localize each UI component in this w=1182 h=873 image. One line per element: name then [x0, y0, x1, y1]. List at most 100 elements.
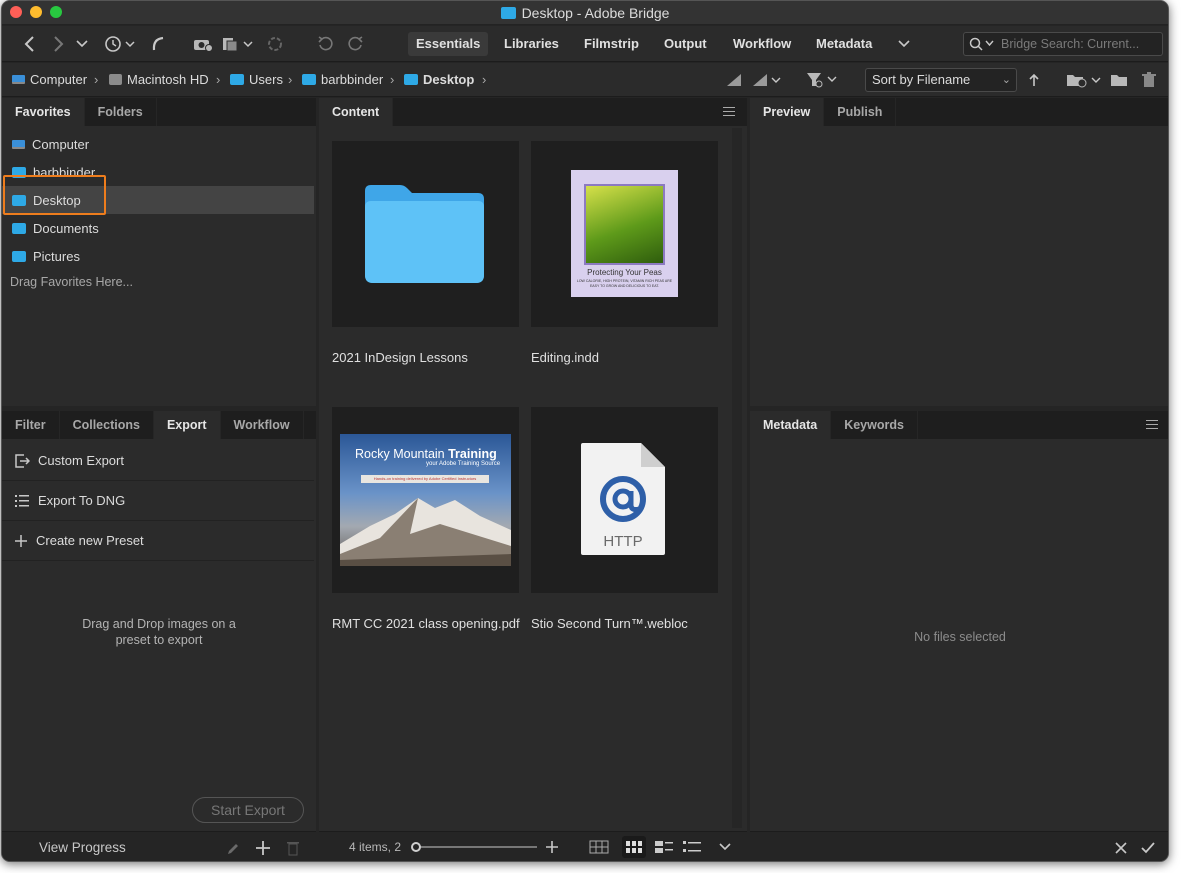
- quality-button[interactable]: [724, 68, 744, 92]
- search-field[interactable]: Bridge Search: Current...: [963, 32, 1163, 56]
- thumbnail-pdf[interactable]: Rocky Mountain Training your Adobe Train…: [332, 407, 519, 593]
- folder-icon: [302, 74, 316, 85]
- thumbnail-indd[interactable]: Protecting Your Peas LOW CALORIE, HIGH P…: [531, 141, 718, 327]
- apply-check-icon[interactable]: [1141, 842, 1155, 854]
- favorite-pictures[interactable]: Pictures: [2, 242, 314, 270]
- thumbnail-webloc[interactable]: HTTP: [531, 407, 718, 593]
- view-thumbnails-button[interactable]: [622, 836, 646, 858]
- chevron-down-icon: ⌄: [1001, 74, 1011, 86]
- tab-metadata[interactable]: Metadata: [750, 411, 832, 439]
- tab-folders[interactable]: Folders: [85, 98, 157, 126]
- pencil-icon[interactable]: [226, 842, 240, 856]
- close-window-button[interactable]: [10, 6, 22, 18]
- quality-grid-icon: [727, 74, 741, 86]
- tab-collections[interactable]: Collections: [60, 411, 154, 439]
- trash-icon[interactable]: [286, 840, 300, 856]
- rotate-left-button[interactable]: [315, 32, 335, 56]
- sort-ascending-button[interactable]: [1026, 68, 1042, 92]
- history-menu-button[interactable]: [74, 32, 90, 56]
- back-button[interactable]: [20, 32, 38, 56]
- slider-thumb[interactable]: [411, 842, 421, 852]
- panel-menu-icon[interactable]: [723, 107, 735, 119]
- title-bar: Desktop - Adobe Bridge: [2, 1, 1168, 25]
- breadcrumb-barbbinder[interactable]: barbbinder: [302, 72, 383, 87]
- recent-files-button[interactable]: [102, 32, 138, 56]
- thumbnails-view-icon: [626, 841, 642, 853]
- rotate-sync-button[interactable]: [266, 32, 284, 56]
- view-progress-link[interactable]: View Progress: [39, 840, 126, 855]
- tab-content[interactable]: Content: [319, 98, 394, 126]
- breadcrumb-separator: ›: [216, 72, 221, 87]
- return-to-app-button[interactable]: [148, 32, 168, 56]
- rotate-right-button[interactable]: [346, 32, 366, 56]
- breadcrumb-label: Computer: [30, 72, 88, 87]
- tab-favorites[interactable]: Favorites: [2, 98, 85, 126]
- breadcrumb-computer[interactable]: Computer: [12, 72, 87, 87]
- tab-export[interactable]: Export: [153, 411, 221, 439]
- export-tabs: Filter Collections Export Workflow: [2, 411, 316, 439]
- metadata-footer: [750, 831, 1168, 861]
- forward-button[interactable]: [50, 32, 68, 56]
- breadcrumb-users[interactable]: Users: [230, 72, 283, 87]
- preset-label: Custom Export: [38, 453, 124, 468]
- thumbnail-size-slider[interactable]: [411, 840, 541, 854]
- tab-publish[interactable]: Publish: [824, 98, 897, 126]
- preset-export-to-dng[interactable]: Export To DNG: [2, 481, 314, 521]
- tab-preview[interactable]: Preview: [750, 98, 825, 126]
- thumbnail-folder[interactable]: [332, 141, 519, 327]
- item-count-status: 4 items, 2: [349, 840, 402, 854]
- tab-filter[interactable]: Filter: [2, 411, 60, 439]
- create-new-preset[interactable]: Create new Preset: [2, 521, 314, 561]
- delete-button[interactable]: [1139, 68, 1159, 92]
- tab-workflow[interactable]: Workflow: [221, 411, 304, 439]
- content-tabs: Content: [319, 98, 747, 126]
- zoom-window-button[interactable]: [50, 6, 62, 18]
- start-export-button[interactable]: Start Export: [192, 797, 304, 823]
- favorite-computer[interactable]: Computer: [2, 130, 314, 158]
- plus-icon[interactable]: [545, 840, 559, 854]
- plus-icon[interactable]: [255, 840, 271, 856]
- selection-highlight-box: [3, 175, 106, 215]
- breadcrumb-desktop[interactable]: Desktop: [404, 72, 474, 87]
- sort-dropdown[interactable]: Sort by Filename ⌄: [865, 68, 1017, 92]
- new-folder-button[interactable]: [1109, 68, 1129, 92]
- list-view-icon[interactable]: [683, 841, 701, 853]
- get-photos-button[interactable]: [192, 32, 214, 56]
- indd-thumb-subtitle: LOW CALORIE, HIGH PROTEIN, VITAMIN RICH …: [575, 279, 674, 289]
- computer-icon: [12, 139, 25, 149]
- chevron-down-icon[interactable]: [719, 843, 731, 851]
- trash-icon: [1142, 72, 1156, 87]
- item-name: Editing.indd: [531, 350, 599, 365]
- workspace-tab-filmstrip[interactable]: Filmstrip: [576, 32, 647, 56]
- preview-tabs: Preview Publish: [750, 98, 1168, 126]
- window-title-text: Desktop - Adobe Bridge: [521, 4, 670, 21]
- bridge-window: Desktop - Adobe Bridge Essentials Librar…: [1, 0, 1169, 862]
- rotate-cw-icon: [348, 36, 363, 51]
- recent-folders-button[interactable]: [1066, 68, 1104, 92]
- workspace-tab-workflow[interactable]: Workflow: [725, 32, 799, 56]
- workspace-tab-metadata[interactable]: Metadata: [808, 32, 880, 56]
- star-grid-icon: [753, 74, 781, 86]
- tab-keywords[interactable]: Keywords: [831, 411, 918, 439]
- workspace-tab-libraries[interactable]: Libraries: [496, 32, 567, 56]
- minimize-window-button[interactable]: [30, 6, 42, 18]
- details-view-icon[interactable]: [655, 841, 673, 853]
- breadcrumb-label: Macintosh HD: [127, 72, 209, 87]
- filter-items-button[interactable]: [806, 68, 840, 92]
- stack-icon: [223, 38, 253, 52]
- cancel-icon[interactable]: [1115, 842, 1127, 854]
- workspace-tab-essentials[interactable]: Essentials: [408, 32, 489, 56]
- refine-button[interactable]: [222, 32, 256, 56]
- grid-lock-icon[interactable]: [589, 840, 609, 854]
- folder-icon: [12, 250, 26, 262]
- content-scrollbar[interactable]: [732, 128, 742, 828]
- preset-custom-export[interactable]: Custom Export: [2, 441, 314, 481]
- workspace-more-button[interactable]: [895, 32, 913, 56]
- breadcrumb-macintosh-hd[interactable]: Macintosh HD: [109, 72, 209, 87]
- chevron-left-icon: [24, 36, 34, 52]
- rating-filter-button[interactable]: [752, 68, 784, 92]
- workspace-tab-output[interactable]: Output: [656, 32, 715, 56]
- folder-icon: [365, 185, 484, 283]
- panel-menu-icon[interactable]: [1146, 420, 1158, 432]
- favorite-documents[interactable]: Documents: [2, 214, 314, 242]
